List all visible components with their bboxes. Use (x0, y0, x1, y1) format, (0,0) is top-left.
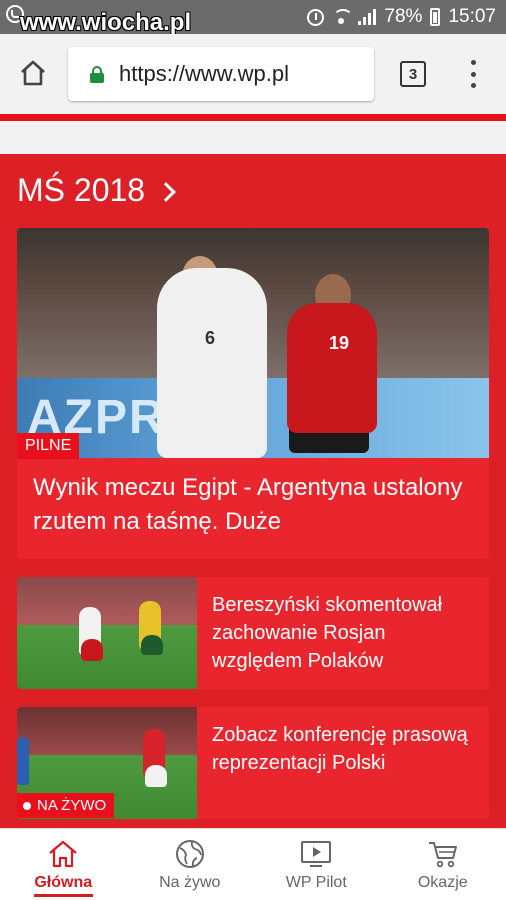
nav-label: WP Pilot (285, 874, 347, 891)
article-thumbnail (17, 577, 197, 689)
player-red: 19 (287, 303, 377, 433)
bottom-navigation: Główna Na żywo WP Pilot Okazje (0, 828, 506, 900)
wifi-icon (332, 9, 354, 25)
live-badge: NA ŻYWO (17, 793, 115, 818)
jersey-number-red: 19 (329, 333, 350, 353)
more-vert-icon (470, 60, 476, 65)
battery-percent: 78% (384, 6, 423, 27)
browser-menu-button[interactable] (468, 60, 478, 88)
tv-play-icon (301, 841, 332, 867)
nav-item-okazje[interactable]: Okazje (380, 829, 506, 900)
article-card[interactable]: Bereszyński skomentował zachowanie Rosja… (17, 577, 489, 689)
urgent-badge: PILNE (17, 433, 80, 459)
browser-toolbar: https://www.wp.pl 3 (0, 34, 506, 114)
home-icon (21, 60, 45, 86)
site-header (0, 114, 506, 154)
section-title-link[interactable]: MŚ 2018 (17, 172, 176, 209)
home-icon (49, 840, 77, 868)
article-title: Bereszyński skomentował zachowanie Rosja… (212, 594, 443, 672)
nav-label: Na żywo (159, 874, 221, 891)
globe-icon (175, 840, 204, 868)
url-text: https://www.wp.pl (119, 61, 289, 86)
chevron-right-icon (156, 181, 176, 202)
status-bar: www.wiocha.pl 78% 15:07 (0, 0, 506, 36)
header-red-line (0, 114, 506, 121)
hero-article-card[interactable]: AZPRO 6 19 PILNE Wynik meczu Egipt - Arg… (17, 228, 489, 559)
nav-item-wp-pilot[interactable]: WP Pilot (253, 829, 380, 900)
live-dot-icon (23, 801, 31, 810)
article-title: Zobacz konferencję prasową reprezentacji… (212, 724, 468, 774)
signal-icon (358, 9, 377, 25)
battery-icon (430, 8, 441, 26)
browser-home-button[interactable] (18, 58, 48, 88)
nav-label: Główna (34, 874, 93, 891)
section-title: MŚ 2018 (17, 172, 146, 208)
jersey-number-white: 6 (205, 328, 216, 348)
lock-icon (90, 66, 104, 83)
watermark: www.wiocha.pl (20, 9, 192, 36)
hero-article-image: AZPRO 6 19 (17, 228, 489, 458)
article-card[interactable]: NA ŻYWO Zobacz konferencję prasową repre… (17, 707, 489, 819)
cart-icon (428, 842, 457, 868)
nav-label: Okazje (417, 874, 468, 891)
alarm-icon (307, 8, 325, 26)
nav-item-na-zywo[interactable]: Na żywo (127, 829, 254, 900)
live-badge-label: NA ŻYWO (37, 797, 107, 814)
tab-switcher-button[interactable]: 3 (400, 61, 426, 87)
nav-item-glowna[interactable]: Główna (0, 829, 127, 900)
clock: 15:07 (448, 6, 496, 27)
player-white: 6 (157, 268, 267, 458)
hero-article-title: Wynik meczu Egipt - Argentyna ustalony r… (33, 474, 463, 535)
address-bar[interactable]: https://www.wp.pl (68, 47, 374, 101)
